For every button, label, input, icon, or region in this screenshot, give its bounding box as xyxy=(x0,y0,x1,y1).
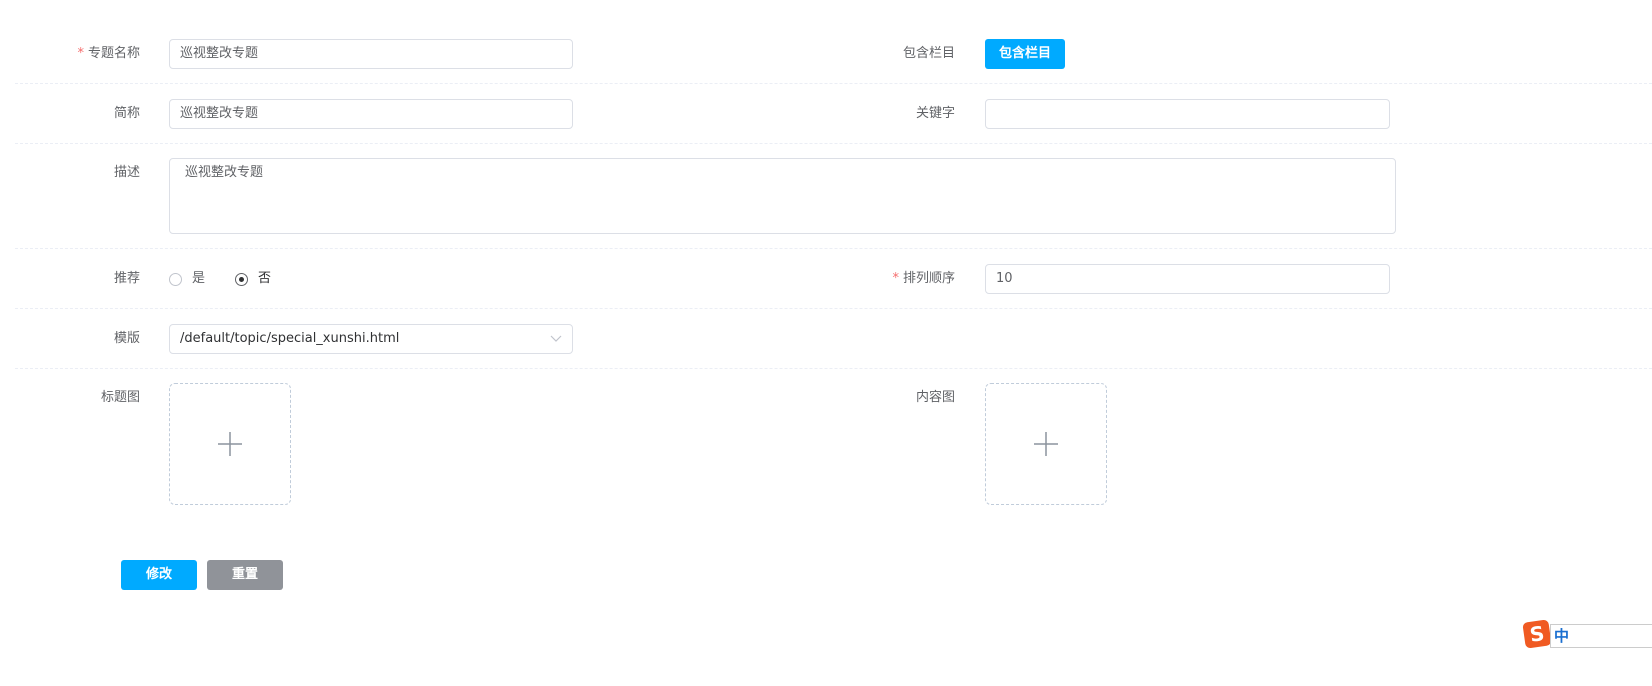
keyword-label: 关键字 xyxy=(915,106,955,121)
divider xyxy=(15,248,1652,249)
short-label: 简称 xyxy=(113,106,140,121)
name-input[interactable]: 巡视整改专题 xyxy=(169,39,573,69)
ime-status[interactable]: 中 xyxy=(1550,624,1652,648)
submit-button[interactable]: 修改 xyxy=(121,560,197,590)
content-image-label: 内容图 xyxy=(915,390,955,405)
radio-yes[interactable]: 是 xyxy=(169,264,205,294)
desc-textarea[interactable]: 巡视整改专题 xyxy=(169,158,1396,234)
name-label: * 专题名称 xyxy=(77,46,140,61)
radio-label: 否 xyxy=(258,271,272,286)
divider xyxy=(15,368,1652,369)
divider xyxy=(15,83,1652,84)
title-image-label: 标题图 xyxy=(100,390,140,405)
template-select[interactable]: /default/topic/special_xunshi.html xyxy=(169,324,573,354)
order-input[interactable]: 10 xyxy=(985,264,1390,294)
ime-logo-icon[interactable]: S xyxy=(1522,619,1552,649)
divider xyxy=(15,143,1652,144)
columns-label: 包含栏目 xyxy=(902,46,955,61)
title-image-upload[interactable] xyxy=(169,383,291,505)
reset-button[interactable]: 重置 xyxy=(207,560,283,590)
radio-label: 是 xyxy=(192,271,206,286)
plus-icon xyxy=(1034,432,1058,456)
plus-icon xyxy=(218,432,242,456)
content-image-upload[interactable] xyxy=(985,383,1107,505)
keyword-input[interactable] xyxy=(985,99,1390,129)
divider xyxy=(15,308,1652,309)
template-value: /default/topic/special_xunshi.html xyxy=(180,331,400,346)
radio-circle[interactable] xyxy=(169,272,182,286)
short-input[interactable]: 巡视整改专题 xyxy=(169,99,573,129)
template-label: 模版 xyxy=(113,331,140,346)
columns-button[interactable]: 包含栏目 xyxy=(985,39,1065,69)
recommend-label: 推荐 xyxy=(113,271,140,286)
radio-circle-checked[interactable] xyxy=(235,272,248,286)
order-label: * 排列顺序 xyxy=(892,271,955,286)
radio-no[interactable]: 否 xyxy=(235,264,271,294)
chevron-down-icon xyxy=(550,335,562,342)
desc-label: 描述 xyxy=(113,165,140,180)
